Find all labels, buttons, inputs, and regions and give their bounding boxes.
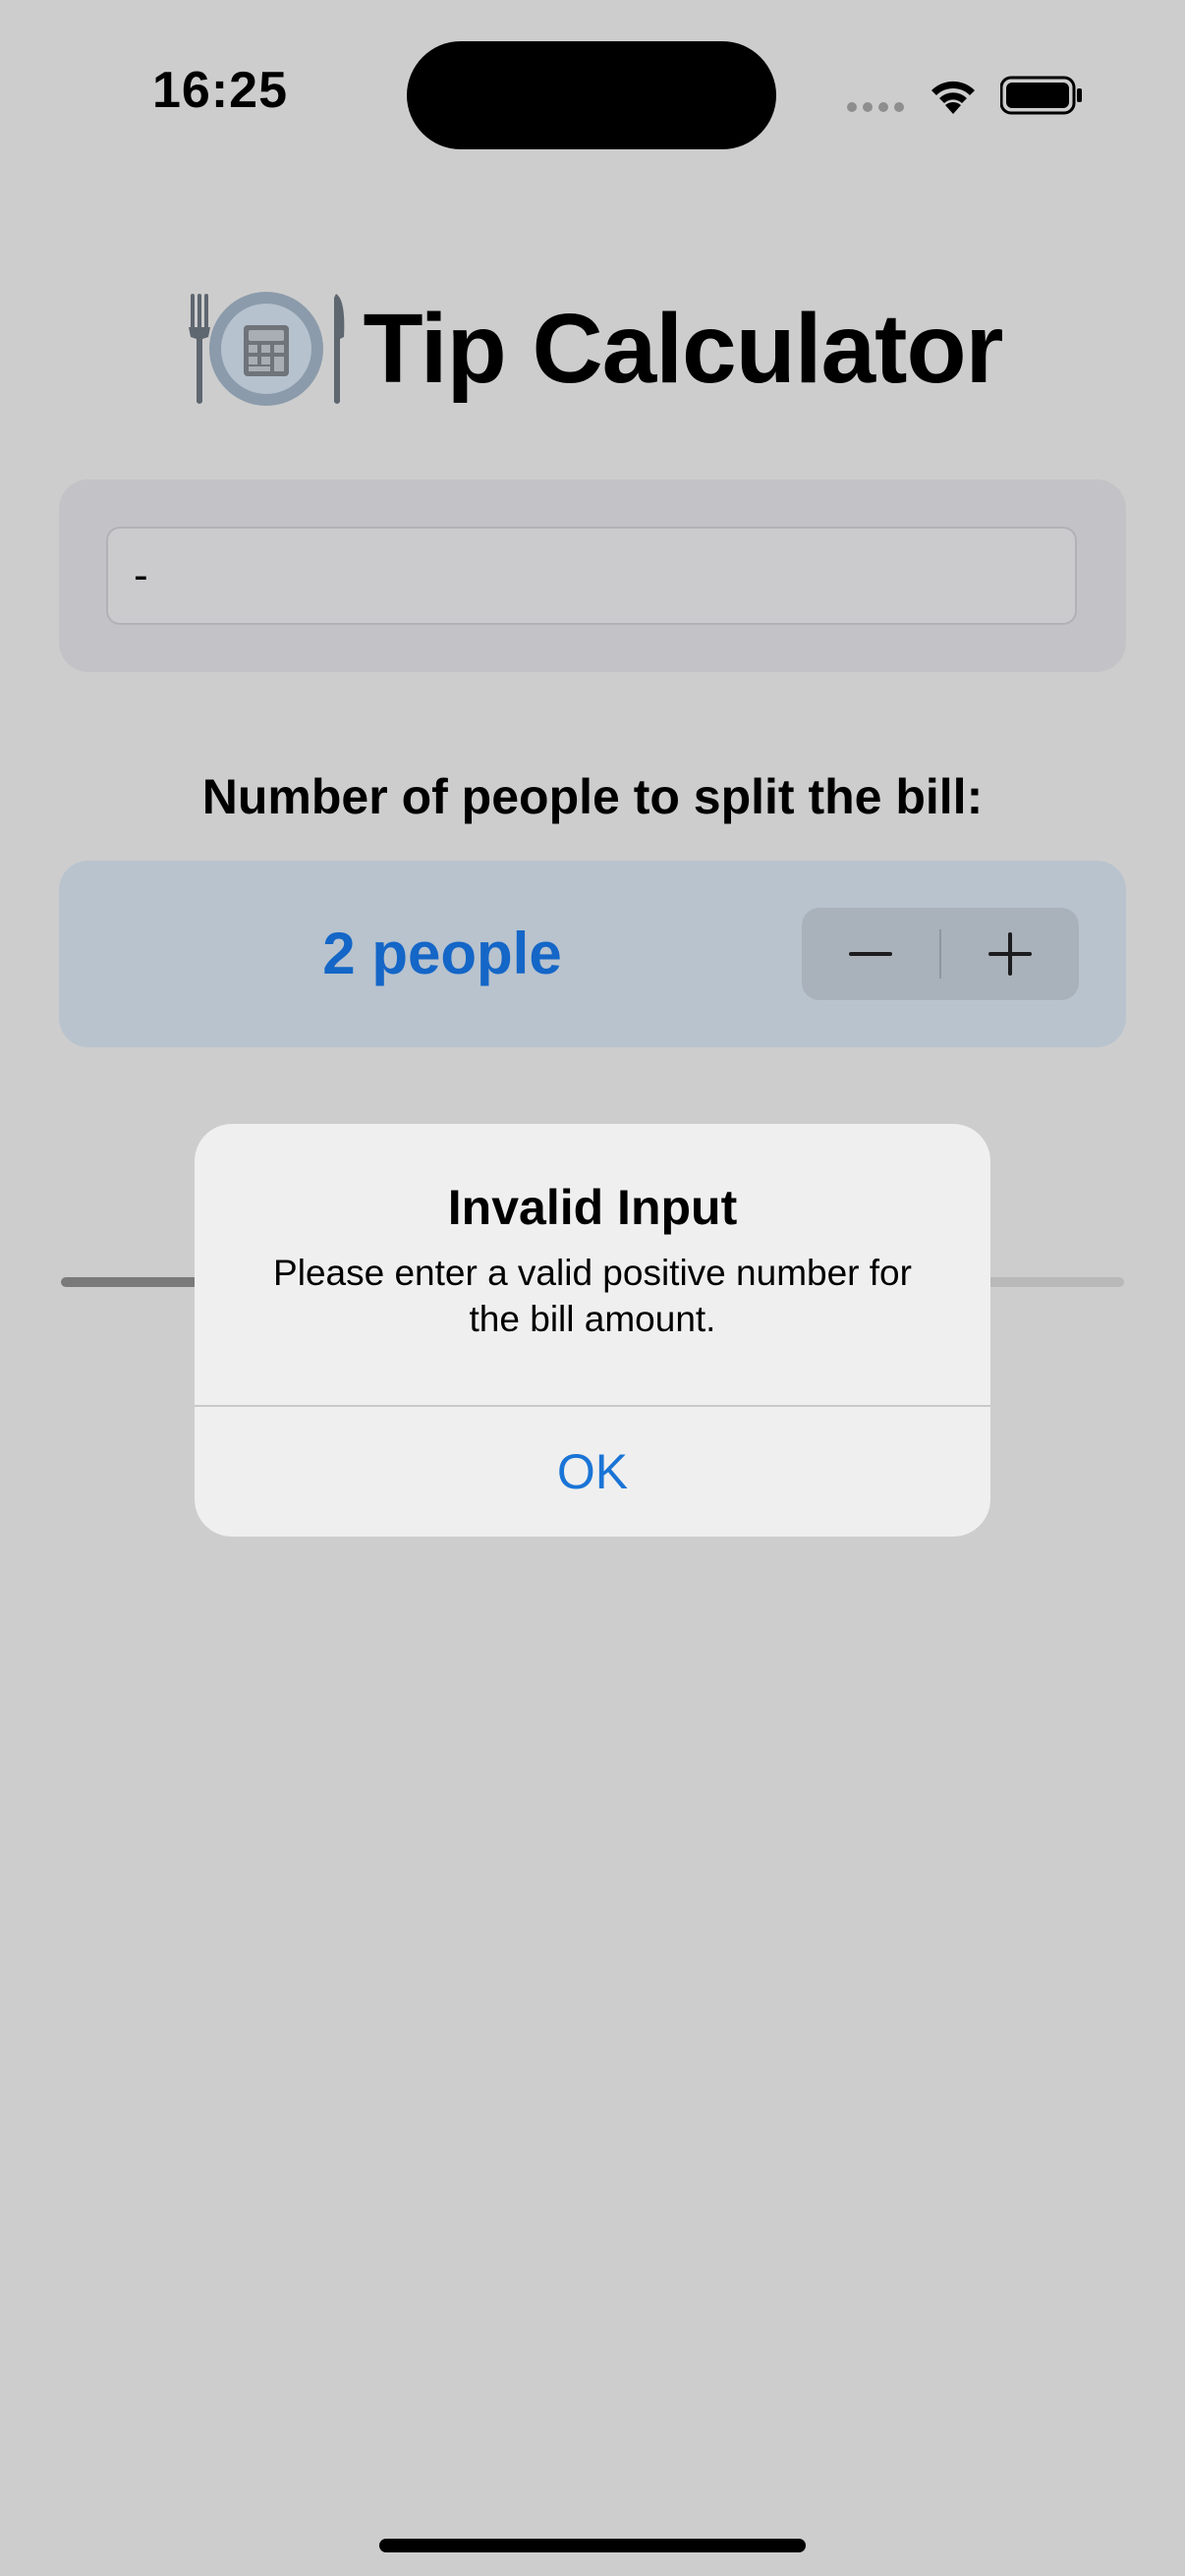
bill-amount-field[interactable]: -: [106, 527, 1077, 625]
people-stepper: [802, 908, 1079, 1000]
status-time: 16:25: [152, 62, 288, 119]
increment-button[interactable]: [940, 908, 1079, 1000]
home-indicator[interactable]: [379, 2539, 806, 2552]
page-header: Tip Calculator: [0, 285, 1185, 413]
plus-icon: [988, 932, 1032, 976]
people-count: 2 people: [322, 921, 562, 986]
plate-with-cutlery-icon: [188, 292, 344, 406]
minus-icon: [849, 952, 892, 956]
tip-slider-track-filled[interactable]: [61, 1277, 198, 1287]
dynamic-island: [407, 41, 776, 149]
alert-dialog: Invalid Input Please enter a valid posit…: [195, 1124, 990, 1537]
decrement-button[interactable]: [802, 908, 940, 1000]
split-heading: Number of people to split the bill:: [201, 769, 984, 824]
wifi-icon: [931, 81, 975, 114]
alert-message: Please enter a valid positive number for…: [273, 1253, 912, 1339]
ok-button[interactable]: OK: [195, 1407, 990, 1537]
alert-title: Invalid Input: [447, 1180, 738, 1235]
bill-input-card: -: [59, 479, 1126, 672]
people-stepper-card: 2 people: [59, 861, 1126, 1047]
cellular-dots-icon: [847, 102, 904, 112]
page-title: Tip Calculator: [363, 293, 1004, 404]
battery-icon: [1000, 76, 1082, 115]
tip-slider-track-empty[interactable]: [987, 1277, 1124, 1287]
